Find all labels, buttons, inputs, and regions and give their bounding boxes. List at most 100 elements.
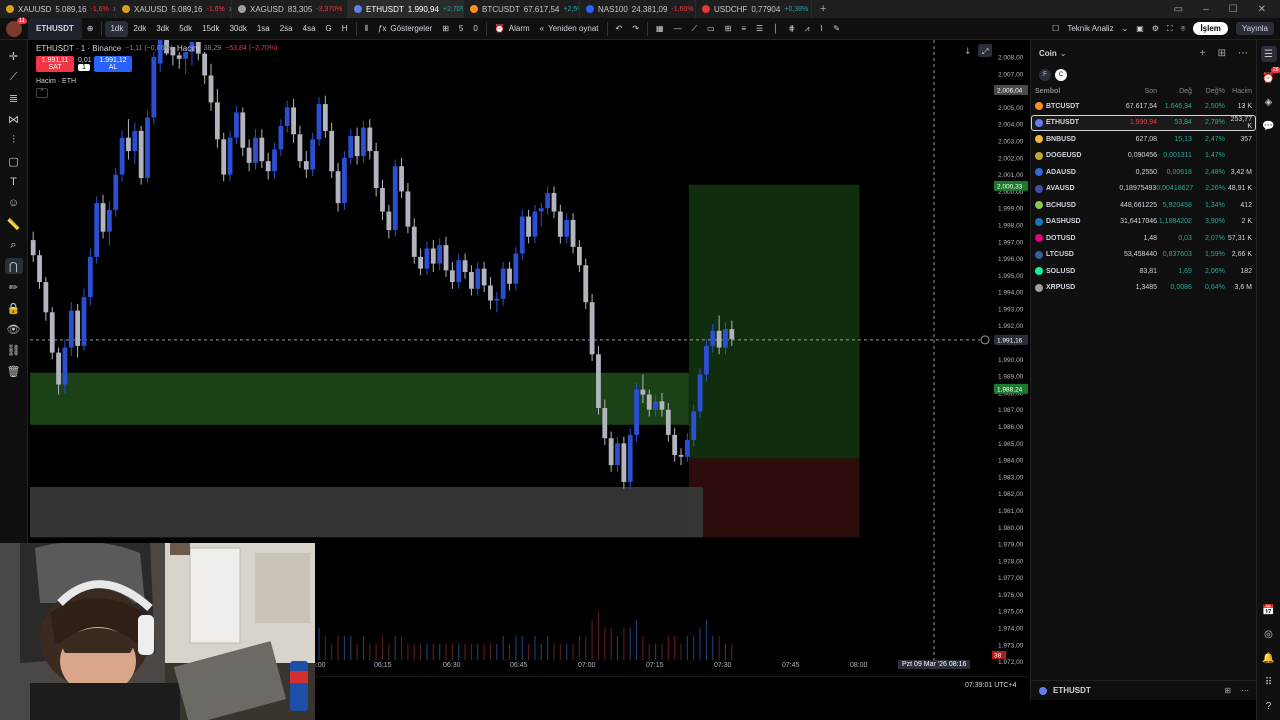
collapse-legend-icon[interactable]: ⌃	[36, 88, 48, 98]
layers-icon[interactable]: ◈	[1261, 94, 1277, 110]
candle-body[interactable]	[634, 389, 639, 435]
browser-tab-usdchf[interactable]: USDCHF 0,77904 +0,38% ×	[696, 0, 812, 18]
interval-1dk[interactable]: 1dk	[105, 20, 129, 37]
candle-body[interactable]	[449, 270, 455, 283]
zoom-icon[interactable]: ⌕	[5, 237, 23, 253]
interval-1sa[interactable]: 1sa	[252, 18, 275, 40]
technical-analysis-label[interactable]: Teknik Analiz	[1067, 24, 1113, 33]
candle-body[interactable]	[145, 117, 150, 178]
trend-line-icon[interactable]: ⟋	[687, 18, 703, 40]
candle-body[interactable]	[49, 312, 55, 353]
candle-body[interactable]	[424, 248, 430, 269]
layout-icon[interactable]: ▣	[1136, 24, 1144, 33]
table-icon[interactable]: ⊞	[720, 18, 737, 40]
layout-icon[interactable]: ⊞	[1224, 686, 1231, 695]
candle-body[interactable]	[551, 193, 557, 212]
candle-body[interactable]	[367, 127, 373, 152]
candle-body[interactable]	[335, 171, 341, 204]
candle-body[interactable]	[411, 226, 417, 257]
help-icon[interactable]: ?	[1261, 698, 1277, 714]
candle-body[interactable]	[602, 408, 608, 439]
pencil-lock-icon[interactable]: ✏	[5, 279, 23, 295]
candle-body[interactable]	[297, 134, 303, 162]
counter-b[interactable]: 0	[468, 18, 482, 40]
candle-body[interactable]	[443, 245, 449, 271]
apps-icon[interactable]: ⠿	[1261, 674, 1277, 690]
candle-body[interactable]	[246, 147, 252, 163]
candle-body[interactable]	[62, 347, 68, 385]
crosshair-icon[interactable]: ✛	[5, 48, 23, 64]
layout-icon[interactable]: ⊞	[1218, 48, 1226, 59]
browser-tab-nas100[interactable]: NAS100 24.381,09 -1,60% ×	[580, 0, 696, 18]
watchlist-row-xrpusd[interactable]: XRPUSD 1,3485 0,0086 0,64% 3,6 M	[1031, 280, 1256, 297]
candle-body[interactable]	[615, 443, 620, 466]
candle-body[interactable]	[716, 330, 722, 348]
ruler-icon[interactable]: 📏	[5, 216, 23, 232]
user-avatar[interactable]: 11	[6, 17, 27, 37]
minimize-icon[interactable]: –	[1203, 4, 1209, 15]
candle-body[interactable]	[75, 310, 81, 346]
magnet-icon[interactable]: ⋂	[4, 258, 23, 274]
eye-icon[interactable]: 👁	[5, 321, 23, 337]
candle-body[interactable]	[723, 329, 728, 348]
horizontal-line-icon[interactable]: —	[669, 18, 687, 40]
symbol-search-button[interactable]: ETHUSDT	[28, 17, 82, 40]
candle-body[interactable]	[348, 135, 354, 158]
path-icon[interactable]: ⌇	[814, 18, 828, 40]
candle-body[interactable]	[608, 438, 614, 466]
candle-body[interactable]	[456, 260, 462, 283]
replay-button[interactable]: «Yeniden oynat	[535, 18, 604, 40]
candle-body[interactable]	[272, 149, 277, 172]
candle-body[interactable]	[132, 130, 138, 152]
clock-readout[interactable]: 07:39:01 UTC+4	[965, 682, 1017, 689]
candle-body[interactable]	[221, 139, 227, 175]
filter-c-chip[interactable]: C	[1055, 69, 1067, 81]
candle-body[interactable]	[87, 256, 93, 298]
watchlist-title[interactable]: Coin	[1039, 49, 1057, 58]
layout-grid-icon[interactable]: ▦	[651, 18, 669, 40]
candle-body[interactable]	[56, 352, 61, 385]
interval-H[interactable]: H	[337, 18, 353, 40]
candle-body[interactable]	[532, 211, 538, 237]
candle-body[interactable]	[227, 137, 233, 175]
fib-icon[interactable]: ≡	[736, 18, 751, 40]
watchlist-row-bnbusd[interactable]: BNBUSD 627,08 15,13 2,47% 357	[1031, 131, 1256, 148]
candle-body[interactable]	[322, 104, 328, 131]
sell-button[interactable]: 1.991,11 SAT	[36, 56, 74, 72]
candle-body[interactable]	[513, 253, 519, 284]
candle-body[interactable]	[507, 268, 512, 284]
text-icon[interactable]: T	[5, 174, 23, 190]
templates-icon[interactable]: ⊞	[437, 18, 454, 40]
candle-body[interactable]	[214, 102, 220, 140]
candle-body[interactable]	[392, 166, 398, 231]
candle-body[interactable]	[94, 203, 100, 257]
forecast-icon[interactable]: ⫶	[5, 132, 23, 148]
candle-body[interactable]	[570, 219, 576, 247]
col-symbol[interactable]: Sembol	[1035, 88, 1107, 95]
trade-button[interactable]: İşlem	[1193, 22, 1228, 35]
candle-body[interactable]	[589, 302, 595, 355]
browser-tab-xauusd[interactable]: XAUUSD 5.089,16 -1,6% ×	[116, 0, 232, 18]
candle-body[interactable]	[373, 151, 379, 189]
idea-icon[interactable]: ◎	[1261, 626, 1277, 642]
watchlist-row-solusd[interactable]: SOLUSD 83,81 1,69 2,06% 182	[1031, 263, 1256, 280]
watchlist-row-ethusdt[interactable]: ETHUSDT 1.990,94 53,84 2,78% 253,77 K	[1031, 114, 1256, 131]
col-last[interactable]: Son	[1107, 88, 1157, 95]
pattern-icon[interactable]: ⋈	[5, 111, 23, 127]
screenshot-icon[interactable]: ⤢	[981, 47, 988, 56]
candle-body[interactable]	[519, 216, 525, 254]
col-volume[interactable]: Hacim	[1225, 88, 1252, 95]
candle-body[interactable]	[564, 219, 570, 237]
candle-body[interactable]	[678, 455, 684, 457]
alarm-button[interactable]: ⏰ Alarm	[490, 18, 535, 40]
compare-symbol-icon[interactable]: ⊕	[82, 18, 99, 40]
watchlist-row-dashusd[interactable]: DASHUSD 31,6417046 1,1884202 3,90% 2 K	[1031, 214, 1256, 231]
candle-body[interactable]	[430, 248, 436, 264]
interval-4sa[interactable]: 4sa	[298, 18, 321, 40]
watchlist-row-dotusd[interactable]: DOTUSD 1,48 0,03 2,07% 57,31 K	[1031, 230, 1256, 247]
candle-body[interactable]	[627, 434, 633, 482]
candle-body[interactable]	[729, 329, 735, 340]
add-symbol-icon[interactable]: +	[1200, 48, 1206, 59]
candle-body[interactable]	[68, 310, 74, 348]
counter-a[interactable]: 5	[454, 18, 468, 40]
